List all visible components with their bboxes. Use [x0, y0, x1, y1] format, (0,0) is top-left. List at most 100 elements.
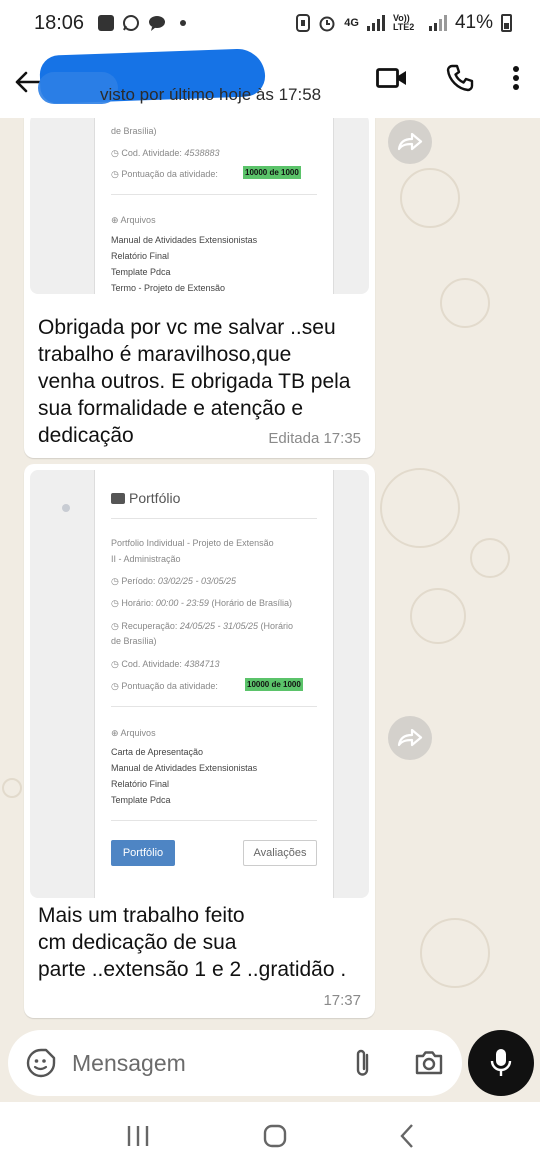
chat-header: visto por último hoje às 17:58 — [0, 46, 540, 118]
cod-activity: ◷ Cod. Atividade: 4538883 — [111, 148, 220, 158]
score-value: 10000 de 1000 — [245, 678, 303, 691]
screenshot-panel: Portfólio Portfolio Individual - Projeto… — [94, 470, 334, 898]
message-text: Mais um trabalho feito cm dedicação de s… — [38, 904, 347, 981]
message-composer: Mensagem — [8, 1030, 462, 1096]
microphone-icon — [490, 1049, 512, 1076]
voice-call-icon[interactable] — [446, 64, 474, 92]
location-tail: de Brasília) — [111, 126, 157, 136]
file-item: Relatório Final — [111, 251, 170, 261]
divider — [111, 194, 317, 195]
message-bubble[interactable]: de Brasília) ◷ Cod. Atividade: 4538883 ◷… — [24, 118, 375, 458]
recovery-note-2: de Brasília) — [111, 636, 157, 646]
message-text: Obrigada por vc me salvar ..seu trabalho… — [38, 316, 351, 447]
image-attachment[interactable]: Portfólio Portfolio Individual - Projeto… — [30, 470, 369, 898]
file-item: Termo - Projeto de Extensão — [111, 283, 226, 293]
wallpaper-doodle — [400, 168, 460, 228]
cod-activity: ◷ Cod. Atividade: 4384713 — [111, 659, 220, 669]
reviews-button: Avaliações — [243, 840, 317, 866]
files-heading: ⊕ Arquivos — [111, 215, 156, 225]
file-item: Template Pdca — [111, 795, 171, 805]
screenshot-panel: de Brasília) ◷ Cod. Atividade: 4538883 ◷… — [94, 118, 334, 294]
period-label: Período: — [121, 576, 156, 586]
files-label: Arquivos — [120, 728, 156, 738]
whatsapp-notification-icon — [123, 15, 140, 31]
file-item: Relatório Final — [111, 779, 170, 789]
cod-label: Cod. Atividade: — [121, 659, 182, 669]
timeline-dot — [62, 504, 70, 512]
score-label: Pontuação da atividade: — [121, 169, 218, 179]
cod-label: Cod. Atividade: — [121, 148, 182, 158]
hours-row: ◷ Horário: 00:00 - 23:59 (Horário de Bra… — [111, 598, 292, 608]
period-row: ◷ Período: 03/02/25 - 03/05/25 — [111, 576, 236, 586]
forward-button[interactable] — [388, 120, 432, 164]
attach-icon[interactable] — [352, 1047, 374, 1079]
home-icon[interactable] — [262, 1123, 288, 1149]
file-item: Carta de Apresentação — [111, 747, 204, 757]
files-label: Arquivos — [120, 215, 156, 225]
divider — [111, 518, 317, 519]
file-item: Manual de Atividades Extensionistas — [111, 235, 258, 245]
camera-icon[interactable] — [414, 1050, 444, 1076]
system-nav-bar — [0, 1102, 540, 1170]
signal-icon — [366, 15, 385, 31]
wallpaper-doodle — [420, 918, 490, 988]
message-bubble[interactable]: Portfólio Portfolio Individual - Projeto… — [24, 464, 375, 1018]
file-item: Template Pdca — [111, 267, 171, 277]
volte-label: Vo)) LTE2 — [392, 13, 415, 32]
alarm-icon — [319, 16, 335, 32]
forward-icon — [397, 729, 423, 747]
score-row: ◷ Pontuação da atividade: — [111, 681, 218, 691]
back-nav-icon[interactable] — [399, 1123, 415, 1149]
wallpaper-doodle — [410, 588, 466, 644]
portfolio-button: Portfólio — [111, 840, 175, 866]
recovery-note: (Horário — [260, 621, 294, 631]
message-input[interactable]: Mensagem — [72, 1050, 352, 1077]
recovery-label: Recuperação: — [121, 621, 178, 631]
wallpaper-doodle — [2, 778, 22, 798]
status-time: 18:06 — [34, 11, 85, 34]
image-attachment[interactable]: de Brasília) ◷ Cod. Atividade: 4538883 ◷… — [30, 118, 369, 294]
forward-icon — [397, 133, 423, 151]
video-call-icon[interactable] — [376, 67, 408, 89]
voice-message-button[interactable] — [468, 1030, 534, 1096]
chat-notification-icon — [149, 16, 166, 31]
last-seen-status: visto por último hoje às 17:58 — [100, 85, 322, 104]
message-meta: Editada 17:35 — [268, 430, 361, 447]
divider — [111, 706, 317, 707]
recent-apps-icon[interactable] — [125, 1124, 151, 1148]
files-heading: ⊕ Arquivos — [111, 728, 156, 738]
network-type: 4G — [344, 17, 359, 29]
portfolio-heading: Portfólio — [111, 490, 180, 506]
hours-value: 00:00 - 23:59 — [155, 598, 209, 608]
cod-value: 4538883 — [184, 148, 220, 158]
battery-icon — [501, 14, 512, 32]
message-meta: 17:37 — [323, 992, 361, 1009]
forward-button[interactable] — [388, 716, 432, 760]
battery-percent: 41% — [454, 12, 493, 33]
hours-label: Horário: — [121, 598, 154, 608]
portfolio-title: Portfólio — [129, 490, 181, 506]
more-options-icon[interactable] — [512, 65, 520, 91]
wallpaper-doodle — [440, 278, 490, 328]
chat-area[interactable]: de Brasília) ◷ Cod. Atividade: 4538883 ◷… — [0, 118, 540, 1026]
cod-value: 4384713 — [184, 659, 220, 669]
score-label: Pontuação da atividade: — [121, 681, 218, 691]
nfc-icon — [296, 14, 311, 32]
score-value: 10000 de 1000 — [243, 166, 301, 179]
recovery-value: 24/05/25 - 31/05/25 — [179, 621, 258, 631]
activity-title-line2: II - Administração — [111, 554, 181, 564]
file-item: Manual de Atividades Extensionistas — [111, 763, 258, 773]
activity-title: Portfolio Individual - Projeto de Extens… — [111, 538, 274, 548]
hours-note: (Horário de Brasília) — [211, 598, 292, 608]
emoji-sticker-icon[interactable] — [26, 1048, 56, 1078]
signal-2-icon — [428, 15, 447, 31]
gallery-notification-icon — [98, 15, 115, 31]
recovery-row: ◷ Recuperação: 24/05/25 - 31/05/25 (Horá… — [111, 621, 294, 631]
more-notifications-dot — [180, 20, 187, 26]
period-value: 03/02/25 - 03/05/25 — [157, 576, 236, 586]
wallpaper-doodle — [470, 538, 510, 578]
wallpaper-doodle — [380, 468, 460, 548]
status-bar: 18:06 4G Vo)) LTE2 41% — [0, 0, 540, 46]
briefcase-icon — [111, 492, 125, 504]
divider — [111, 820, 317, 821]
